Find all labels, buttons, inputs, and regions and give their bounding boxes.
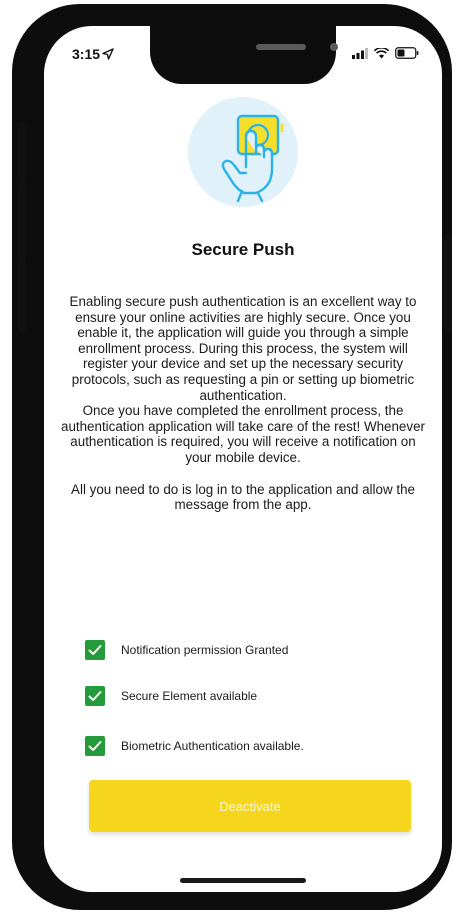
- volume-up-button: [18, 182, 26, 260]
- description-text: Enabling secure push authentication is a…: [58, 294, 428, 513]
- checkmark-icon: [85, 686, 105, 706]
- description-paragraph: All you need to do is log in to the appl…: [71, 481, 415, 513]
- check-label: Notification permission Granted: [121, 643, 289, 657]
- mute-switch: [18, 122, 26, 182]
- description-paragraph: Once you have completed the enrollment p…: [61, 403, 425, 465]
- deactivate-button[interactable]: Deactivate: [89, 780, 411, 832]
- phone-frame: 3:15 Secure Push Enabling secure push au…: [12, 4, 452, 910]
- checkmark-icon: [85, 736, 105, 756]
- hero-icon-circle: [188, 97, 298, 207]
- check-row-secure-element: Secure Element available: [85, 686, 257, 706]
- location-arrow-icon: [102, 47, 114, 63]
- power-button: [444, 234, 452, 334]
- page-title: Secure Push: [191, 240, 295, 259]
- status-bar-time: 3:15: [72, 46, 114, 63]
- time-text: 3:15: [72, 46, 101, 62]
- front-camera: [330, 43, 338, 51]
- battery-icon: [395, 46, 419, 64]
- check-row-biometric: Biometric Authentication available.: [85, 736, 304, 756]
- volume-down-button: [18, 260, 26, 332]
- signal-icon: [352, 46, 368, 64]
- description-paragraph: Enabling secure push authentication is a…: [69, 294, 417, 403]
- check-label: Secure Element available: [121, 689, 258, 703]
- check-row-notification: Notification permission Granted: [85, 640, 288, 660]
- home-indicator[interactable]: [180, 878, 306, 883]
- phone-screen: 3:15 Secure Push Enabling secure push au…: [44, 26, 442, 892]
- speaker-grille: [256, 44, 306, 50]
- notch: [150, 26, 336, 84]
- checkmark-icon: [85, 640, 105, 660]
- check-label: Biometric Authentication available.: [121, 739, 304, 753]
- touch-hand-icon: [221, 114, 284, 203]
- wifi-icon: [373, 46, 390, 64]
- status-bar-indicators: [352, 46, 419, 64]
